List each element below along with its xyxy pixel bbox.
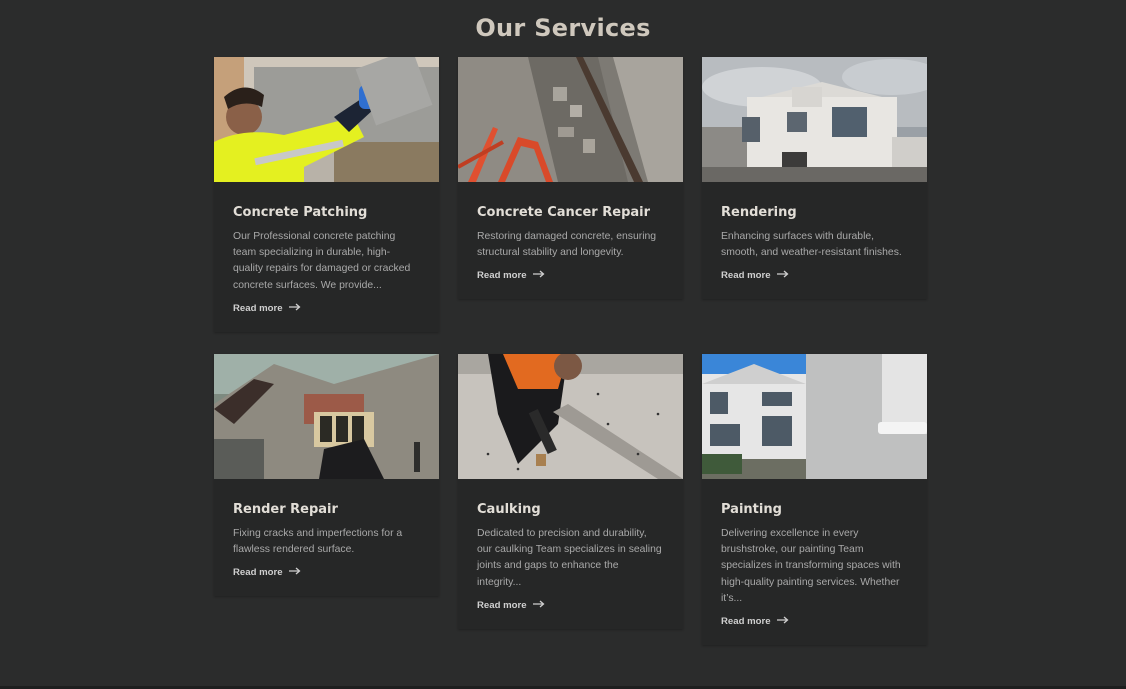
service-title: Concrete Patching	[233, 205, 368, 220]
read-more-label: Read more	[233, 302, 283, 314]
service-description: Delivering excellence in every brushstro…	[721, 528, 901, 604]
service-image[interactable]	[214, 57, 439, 182]
arrow-right-icon	[288, 303, 301, 314]
section-heading: Our Services	[475, 14, 651, 42]
service-image[interactable]	[458, 57, 683, 182]
service-description: Restoring damaged concrete, ensuring str…	[477, 231, 657, 259]
arrow-right-icon	[532, 600, 545, 611]
service-image[interactable]	[702, 57, 927, 182]
read-more-link[interactable]: Read more	[233, 303, 301, 314]
read-more-label: Read more	[721, 270, 771, 282]
service-description: Enhancing surfaces with durable, smooth,…	[721, 231, 902, 259]
service-title: Caulking	[477, 502, 541, 517]
service-title: Concrete Cancer Repair	[477, 205, 651, 220]
read-more-link[interactable]: Read more	[233, 567, 301, 578]
service-card-render-repair: Render Repair Fixing cracks and imperfec…	[214, 354, 439, 597]
service-title: Rendering	[721, 205, 797, 220]
service-card-painting: Painting Delivering excellence in every …	[702, 354, 927, 646]
read-more-link[interactable]: Read more	[477, 600, 545, 611]
service-description: Dedicated to precision and durability, o…	[477, 528, 662, 588]
service-image[interactable]	[458, 354, 683, 479]
arrow-right-icon	[288, 567, 301, 578]
read-more-label: Read more	[721, 616, 771, 628]
arrow-right-icon	[776, 616, 789, 627]
read-more-label: Read more	[477, 599, 527, 611]
service-card-concrete-patching: Concrete Patching Our Professional concr…	[214, 57, 439, 332]
service-title: Render Repair	[233, 502, 338, 517]
service-card-concrete-cancer-repair: Concrete Cancer Repair Restoring damaged…	[458, 57, 683, 300]
arrow-right-icon	[776, 270, 789, 281]
service-card-caulking: Caulking Dedicated to precision and dura…	[458, 354, 683, 629]
service-card-rendering: Rendering Enhancing surfaces with durabl…	[702, 57, 927, 300]
read-more-label: Read more	[233, 567, 283, 579]
service-title: Painting	[721, 502, 782, 517]
arrow-right-icon	[532, 270, 545, 281]
service-image[interactable]	[702, 354, 927, 479]
read-more-link[interactable]: Read more	[721, 616, 789, 627]
service-description: Fixing cracks and imperfections for a fl…	[233, 528, 403, 556]
read-more-link[interactable]: Read more	[721, 270, 789, 281]
service-image[interactable]	[214, 354, 439, 479]
read-more-label: Read more	[477, 270, 527, 282]
service-description: Our Professional concrete patching team …	[233, 231, 411, 291]
read-more-link[interactable]: Read more	[477, 270, 545, 281]
